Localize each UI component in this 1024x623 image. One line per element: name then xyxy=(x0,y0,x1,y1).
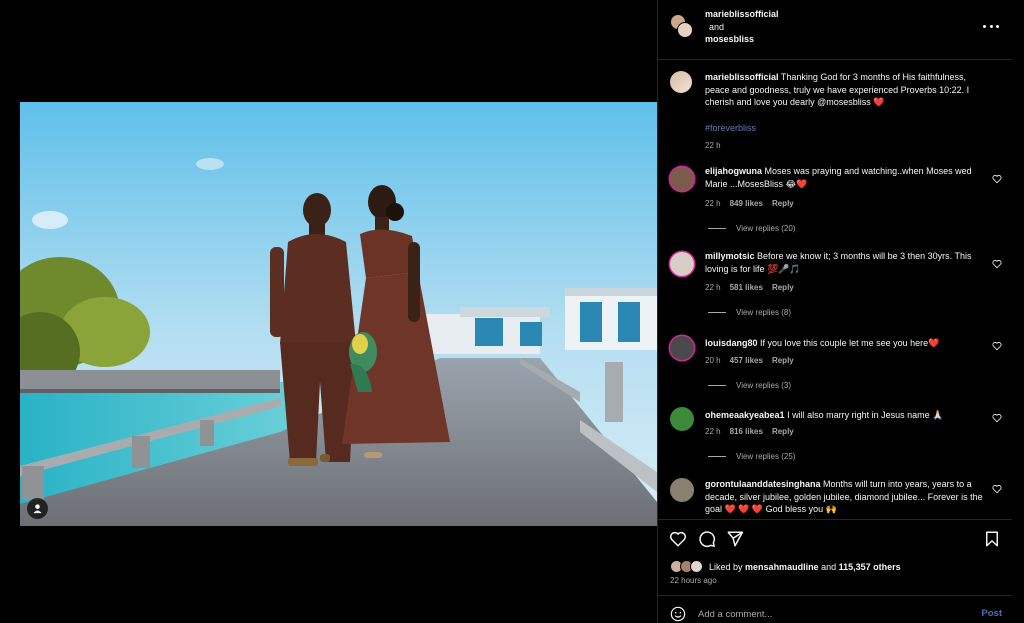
comment-time[interactable]: 22 h xyxy=(705,199,721,208)
heart-icon[interactable] xyxy=(992,413,1002,423)
view-replies-label: View replies (20) xyxy=(736,224,796,233)
user-icon xyxy=(33,504,42,514)
post-button[interactable]: Post xyxy=(981,608,1002,619)
more-horizontal-icon xyxy=(996,24,999,28)
post-details-panel: marieblissofficial and mosesbliss marieb… xyxy=(657,0,1013,623)
add-comment-bar: Post xyxy=(658,595,1013,623)
heart-icon[interactable] xyxy=(992,484,1002,494)
view-replies-label: View replies (25) xyxy=(736,452,796,461)
heart-icon[interactable] xyxy=(669,530,687,548)
more-horizontal-icon xyxy=(989,24,993,28)
comment-username[interactable]: gorontulaanddatesinghana xyxy=(705,479,821,489)
post-header: marieblissofficial and mosesbliss xyxy=(658,0,1013,60)
view-replies-button[interactable]: View replies (25) xyxy=(708,452,795,461)
share-icon[interactable] xyxy=(726,530,744,548)
comment-likes[interactable]: 581 likes xyxy=(730,283,763,292)
comment-body: I will also marry right in Jesus name 🙏🏻 xyxy=(787,410,944,420)
liked-by-prefix: Liked by xyxy=(709,561,743,572)
caption-time[interactable]: 22 h xyxy=(705,141,721,150)
comment-username[interactable]: ohemeaakyeabea1 xyxy=(705,410,785,420)
more-options-button[interactable] xyxy=(983,20,999,32)
avatar[interactable] xyxy=(670,71,692,93)
post-media-area xyxy=(0,0,657,623)
divider xyxy=(708,312,726,313)
comment-input[interactable] xyxy=(698,606,958,622)
comment-time[interactable]: 22 h xyxy=(705,427,721,436)
view-replies-button[interactable]: View replies (20) xyxy=(708,224,795,233)
view-replies-label: View replies (3) xyxy=(736,381,791,390)
comment-meta: 22 h 581 likes Reply xyxy=(705,283,794,292)
caption-meta: 22 h xyxy=(705,141,721,150)
comment-likes[interactable]: 816 likes xyxy=(730,427,763,436)
bookmark-icon[interactable] xyxy=(983,530,1001,548)
liked-by: Liked by mensahmaudline and 115,357 othe… xyxy=(670,560,901,573)
view-replies-button[interactable]: View replies (8) xyxy=(708,308,791,317)
avatar[interactable] xyxy=(670,252,694,276)
avatar[interactable] xyxy=(670,478,694,502)
comment-likes[interactable]: 457 likes xyxy=(730,356,763,365)
coauthor-username[interactable]: mosesbliss xyxy=(705,34,754,44)
comment-text: elijahogwuna Moses was praying and watch… xyxy=(705,165,988,190)
post-actions: Liked by mensahmaudline and 115,357 othe… xyxy=(658,519,1013,591)
reply-button[interactable]: Reply xyxy=(772,356,794,365)
avatar[interactable] xyxy=(677,22,693,38)
more-horizontal-icon xyxy=(983,24,986,28)
liked-by-and: and xyxy=(821,561,837,572)
comment-icon[interactable] xyxy=(698,530,716,548)
scrollbar[interactable] xyxy=(1012,0,1024,623)
comment-meta: 20 h 457 likes Reply xyxy=(705,356,794,365)
comment-body: If you love this couple let me see you h… xyxy=(760,338,940,348)
caption-text: marieblissofficial Thanking God for 3 mo… xyxy=(705,71,988,109)
comment-username[interactable]: louisdang80 xyxy=(705,338,758,348)
view-replies-label: View replies (8) xyxy=(736,308,791,317)
heart-icon[interactable] xyxy=(992,259,1002,269)
comment-text: louisdang80 If you love this couple let … xyxy=(705,337,988,350)
post-photo[interactable] xyxy=(20,102,657,526)
divider xyxy=(708,228,726,229)
reply-button[interactable]: Reply xyxy=(772,427,794,436)
comment-text: ohemeaakyeabea1 I will also marry right … xyxy=(705,409,988,422)
likes-summary[interactable]: Liked by mensahmaudline and 115,357 othe… xyxy=(709,562,901,572)
heart-icon[interactable] xyxy=(992,341,1002,351)
avatar[interactable] xyxy=(670,336,694,360)
emoji-icon[interactable] xyxy=(670,606,686,622)
hashtag-link[interactable]: #foreverbliss xyxy=(705,123,756,133)
comment-text: gorontulaanddatesinghana Months will tur… xyxy=(705,478,988,516)
couple-on-boardwalk-photo xyxy=(20,102,657,526)
comment-time[interactable]: 20 h xyxy=(705,356,721,365)
divider xyxy=(708,385,726,386)
post-timestamp[interactable]: 22 hours ago xyxy=(670,576,717,585)
reply-button[interactable]: Reply xyxy=(772,283,794,292)
avatar[interactable] xyxy=(670,407,694,431)
comment-time[interactable]: 22 h xyxy=(705,283,721,292)
comment-username[interactable]: elijahogwuna xyxy=(705,166,762,176)
liked-by-username[interactable]: mensahmaudline xyxy=(745,562,819,572)
view-replies-button[interactable]: View replies (3) xyxy=(708,381,791,390)
comment-meta: 22 h 816 likes Reply xyxy=(705,427,794,436)
comment-likes[interactable]: 849 likes xyxy=(730,199,763,208)
caption-username[interactable]: marieblissofficial xyxy=(705,72,779,82)
divider xyxy=(708,456,726,457)
comments-list[interactable]: marieblissofficial Thanking God for 3 mo… xyxy=(658,61,1013,518)
likes-count[interactable]: 115,357 others xyxy=(839,562,901,572)
avatar[interactable] xyxy=(670,167,694,191)
heart-icon[interactable] xyxy=(992,174,1002,184)
comment-meta: 22 h 849 likes Reply xyxy=(705,199,794,208)
comment-text: millymotsic Before we know it; 3 months … xyxy=(705,250,988,275)
avatar xyxy=(690,560,703,573)
coauthor-conjunction: and xyxy=(709,22,725,32)
tagged-users-button[interactable] xyxy=(27,498,48,519)
comment-username[interactable]: millymotsic xyxy=(705,251,755,261)
author-username[interactable]: marieblissofficial xyxy=(705,9,779,19)
reply-button[interactable]: Reply xyxy=(772,199,794,208)
